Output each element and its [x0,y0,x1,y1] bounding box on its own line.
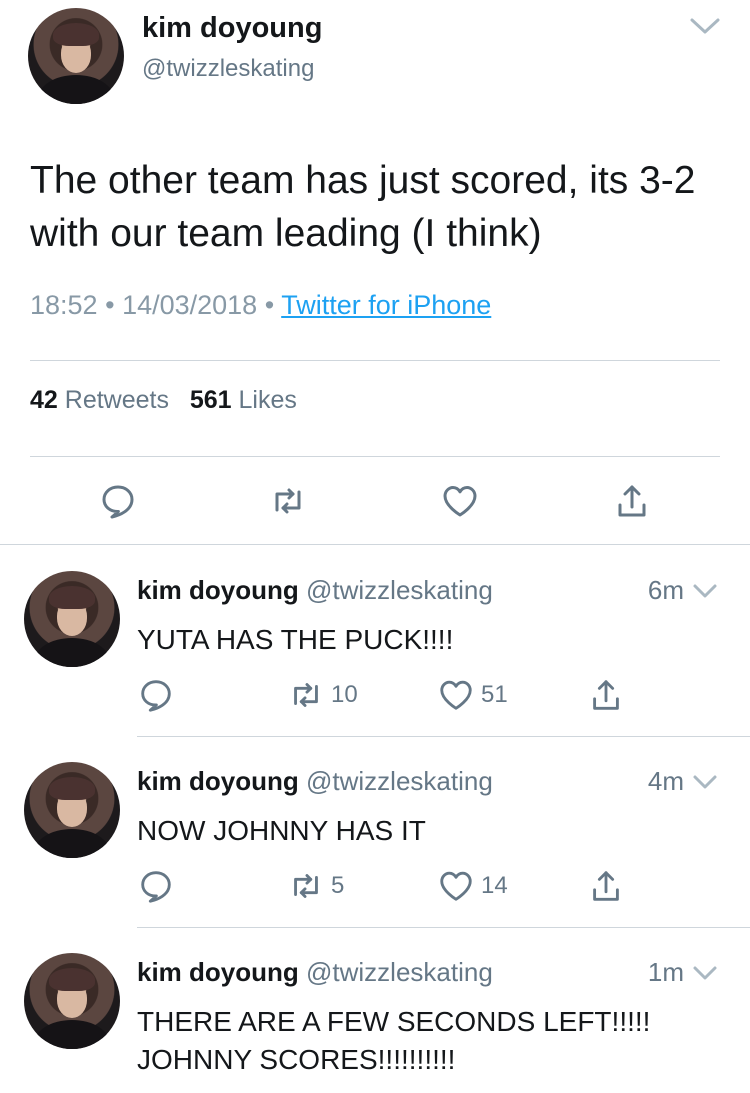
username[interactable]: @twizzleskating [306,575,493,605]
username[interactable]: @twizzleskating [306,766,493,796]
like-icon[interactable] [440,481,480,521]
meta-separator: • [105,290,115,320]
reply-tweet[interactable]: kim doyoung @twizzleskating 4m NOW JOHNN… [0,736,750,926]
avatar[interactable] [24,571,120,667]
retweet-icon [287,676,325,714]
tweet-text: The other team has just scored, its 3-2 … [30,159,696,255]
divider [30,456,720,457]
share-icon[interactable] [612,481,652,521]
retweet-button[interactable]: 10 [287,675,358,715]
like-button[interactable]: 51 [437,675,508,715]
reply-header: kim doyoung @twizzleskating [137,957,493,988]
retweet-count: 10 [331,681,358,708]
divider [30,360,720,361]
reply-header: kim doyoung @twizzleskating [137,575,493,606]
avatar[interactable] [24,953,120,1049]
timestamp[interactable]: 6m [648,575,684,606]
like-count: 14 [481,872,508,899]
retweet-icon[interactable] [268,481,308,521]
reply-icon[interactable] [98,481,138,521]
like-button[interactable]: 14 [437,866,508,906]
tweet-time: 18:52 [30,290,98,320]
reply-icon[interactable] [137,866,175,906]
username[interactable]: @twizzleskating [306,957,493,987]
client-link[interactable]: Twitter for iPhone [281,290,491,320]
timestamp[interactable]: 1m [648,957,684,988]
chevron-down-icon[interactable] [692,963,718,983]
display-name[interactable]: kim doyoung [137,957,299,987]
chevron-down-icon[interactable] [692,772,718,792]
engagement-stats: 42 Retweets 561 Likes [30,386,297,415]
meta-separator: • [264,290,275,320]
action-bar: 10 51 [137,675,697,715]
reply-icon[interactable] [137,675,175,715]
display-name[interactable]: kim doyoung [137,575,299,605]
tweet-text: THERE ARE A FEW SECONDS LEFT!!!!! JOHNNY… [137,1006,651,1075]
like-icon [437,676,475,714]
chevron-down-icon[interactable] [688,14,722,38]
retweets-stat[interactable]: 42 Retweets [30,386,169,414]
likes-stat[interactable]: 561 Likes [190,386,297,414]
chevron-down-icon[interactable] [692,581,718,601]
username[interactable]: @twizzleskating [142,55,314,83]
display-name[interactable]: kim doyoung [142,12,322,45]
tweet-text: YUTA HAS THE PUCK!!!! [137,624,454,655]
action-bar: 5 14 [137,866,697,906]
timestamp[interactable]: 4m [648,766,684,797]
avatar[interactable] [24,762,120,858]
reply-header: kim doyoung @twizzleskating [137,766,493,797]
retweet-button[interactable]: 5 [287,866,344,906]
reply-tweet[interactable]: kim doyoung @twizzleskating 6m YUTA HAS … [0,545,750,735]
avatar[interactable] [28,8,124,104]
retweet-count: 5 [331,872,345,899]
reply-tweet[interactable]: kim doyoung @twizzleskating 1m THERE ARE… [0,927,750,1093]
like-icon [437,867,475,905]
tweet-meta: 18:52 • 14/03/2018 • Twitter for iPhone [30,290,491,321]
retweet-icon [287,867,325,905]
tweet-text: NOW JOHNNY HAS IT [137,815,426,846]
like-count: 51 [481,681,508,708]
share-icon[interactable] [587,675,625,715]
share-icon[interactable] [587,866,625,906]
tweet-date: 14/03/2018 [122,290,258,320]
display-name[interactable]: kim doyoung [137,766,299,796]
